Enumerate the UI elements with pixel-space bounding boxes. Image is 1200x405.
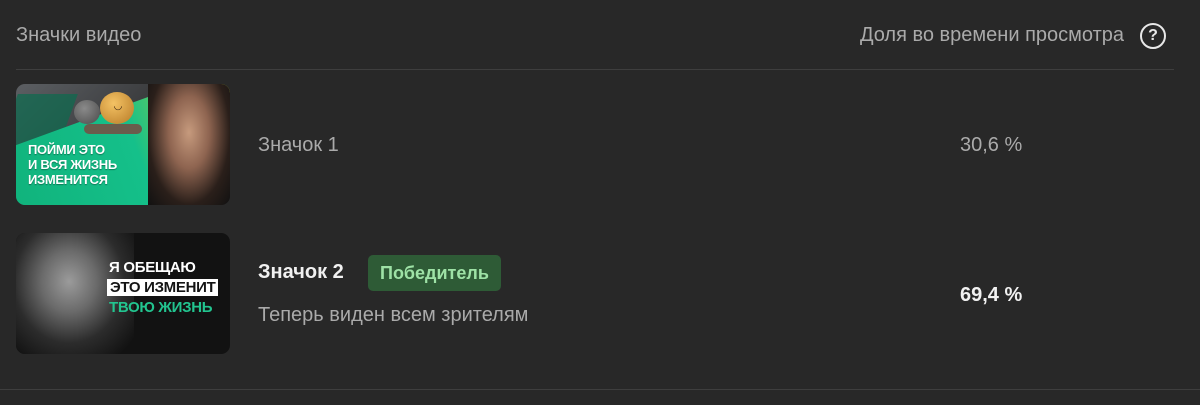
thumbnail-2-share: 69,4 %	[960, 284, 1023, 306]
thumbnail-1-share: 30,6 %	[960, 134, 1023, 156]
table-header: Значки видео Доля во времени просмотра ?	[0, 0, 1200, 70]
thumbnail-2-caption-line: Я ОБЕЩАЮ	[109, 259, 196, 276]
stone-base	[84, 124, 142, 134]
help-icon[interactable]: ?	[1140, 23, 1166, 49]
column-header-thumbnails: Значки видео	[16, 24, 142, 46]
stone-icon	[74, 100, 100, 124]
header-divider	[16, 69, 1174, 70]
thumbnail-2-caption-line: ТВОЮ ЖИЗНЬ	[109, 299, 213, 316]
smiley-face-icon: ◡	[113, 101, 123, 112]
table-row: Я ОБЕЩАЮ ЭТО ИЗМЕНИТ ТВОЮ ЖИЗНЬ Значок 2…	[0, 233, 1200, 355]
thumbnail-2-image[interactable]: Я ОБЕЩАЮ ЭТО ИЗМЕНИТ ТВОЮ ЖИЗНЬ	[16, 233, 230, 354]
thumbnail-2-caption-line: ЭТО ИЗМЕНИТ	[107, 279, 219, 296]
thumbnail-2-caption: Я ОБЕЩАЮ ЭТО ИЗМЕНИТ ТВОЮ ЖИЗНЬ	[107, 258, 219, 318]
thumbnail-2-label: Значок 2	[258, 261, 344, 283]
column-header-watch-time-share: Доля во времени просмотра	[859, 24, 1124, 46]
table-bottom-divider	[0, 389, 1200, 390]
thumbnail-1-caption-line: ПОЙМИ ЭТО	[28, 142, 105, 157]
thumbnail-1-label: Значок 1	[258, 134, 339, 156]
thumbnail-1-caption-line: ИЗМЕНИТСЯ	[28, 172, 108, 187]
thumbnail-1-image[interactable]: ◡ ПОЙМИ ЭТО И ВСЯ ЖИЗНЬ ИЗМЕНИТСЯ	[16, 84, 230, 205]
thumbnail-1-caption-line: И ВСЯ ЖИЗНЬ	[28, 157, 117, 172]
thumbnail-2-status: Теперь виден всем зрителям	[258, 304, 529, 326]
thumbnail-1-caption: ПОЙМИ ЭТО И ВСЯ ЖИЗНЬ ИЗМЕНИТСЯ	[28, 142, 117, 187]
winner-badge: Победитель	[368, 255, 501, 291]
person-photo	[148, 84, 230, 205]
table-row: ◡ ПОЙМИ ЭТО И ВСЯ ЖИЗНЬ ИЗМЕНИТСЯ Значок…	[0, 84, 1200, 206]
